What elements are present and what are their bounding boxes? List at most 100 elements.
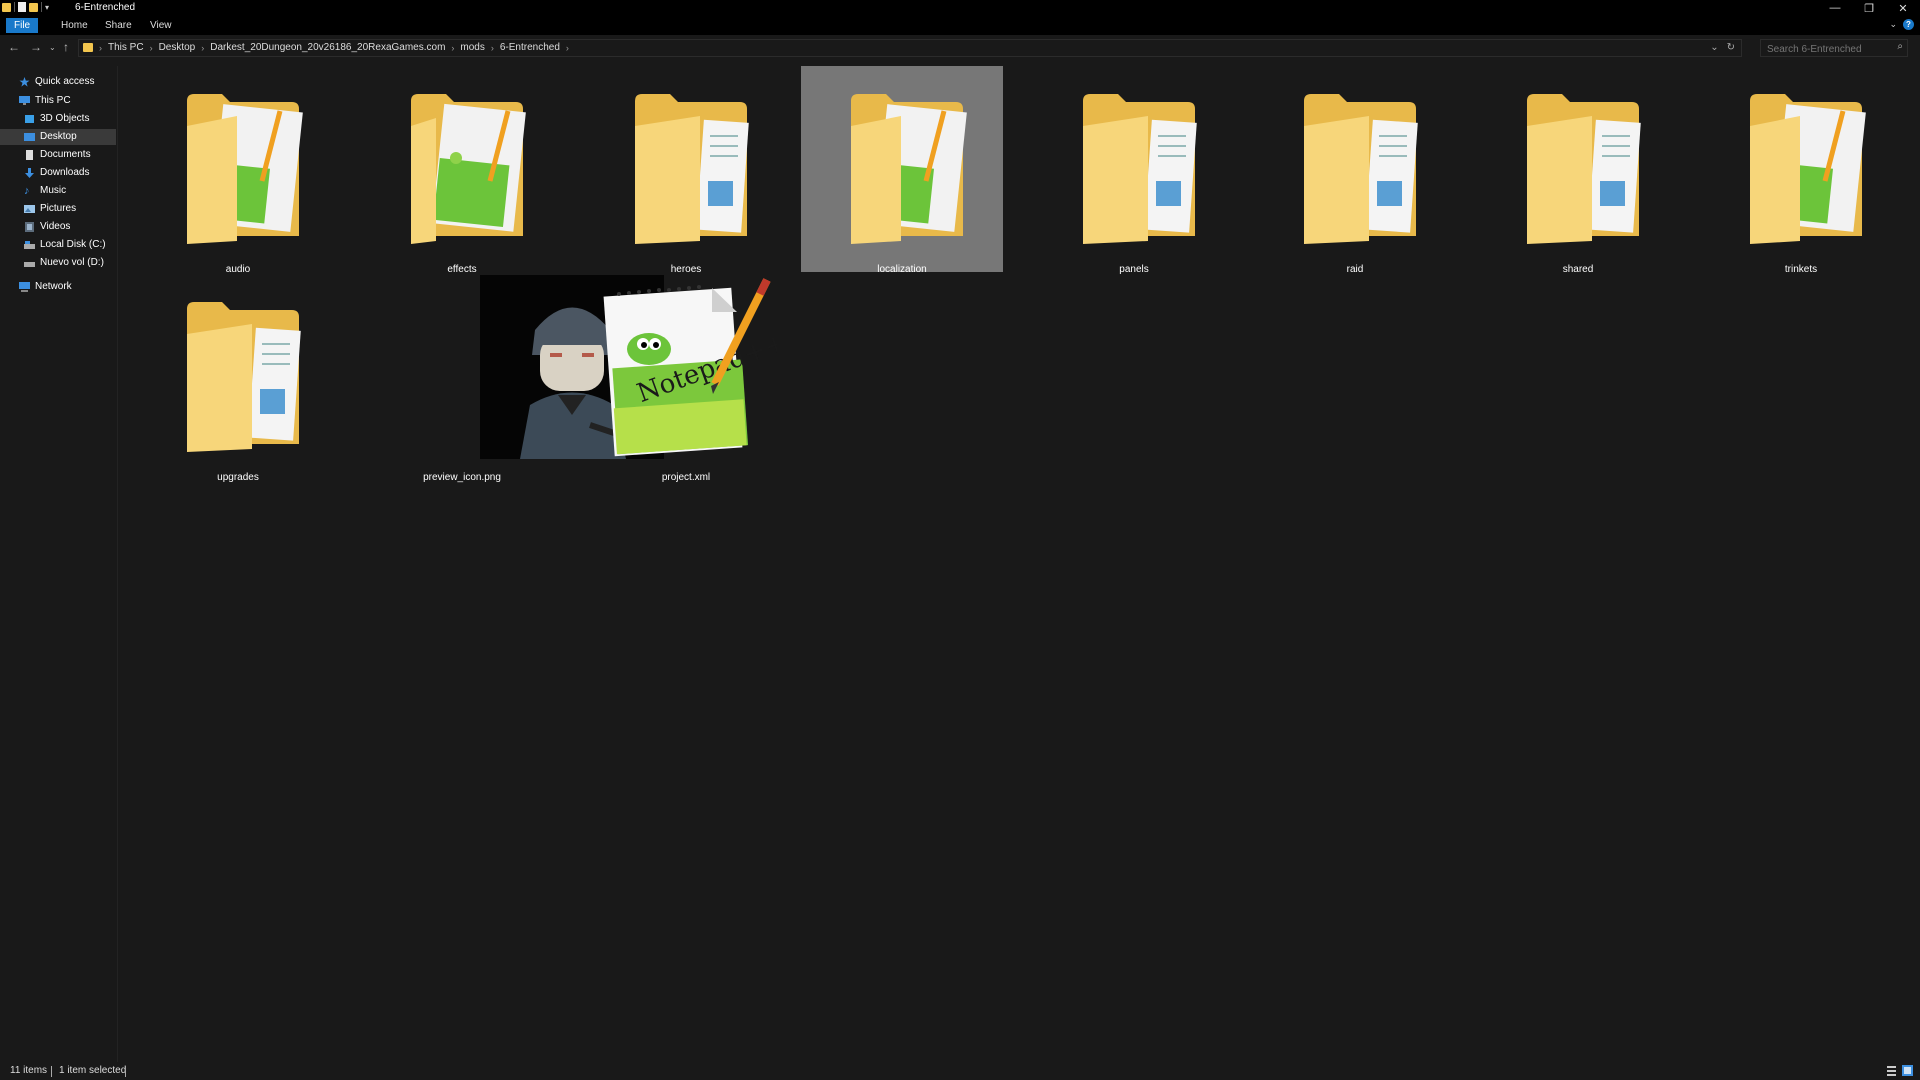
- breadcrumb-this-pc[interactable]: This PC: [108, 42, 144, 53]
- file-name: raid: [1346, 264, 1364, 275]
- sidebar-item-label: Nuevo vol (D:): [40, 257, 104, 268]
- file-name: shared: [1562, 264, 1594, 275]
- chevron-right-icon[interactable]: ›: [451, 43, 454, 53]
- chevron-right-icon[interactable]: ›: [566, 43, 569, 53]
- sidebar-item-label: Pictures: [40, 203, 77, 214]
- sidebar-item-this-pc[interactable]: This PC: [19, 93, 71, 109]
- sidebar-item-pictures[interactable]: Pictures: [24, 201, 76, 217]
- sidebar-item-videos[interactable]: Videos: [24, 219, 70, 235]
- file-name: project.xml: [661, 472, 711, 483]
- forward-arrow-icon[interactable]: →: [30, 40, 42, 54]
- tab-home[interactable]: Home: [55, 18, 94, 33]
- sidebar-item-documents[interactable]: Documents: [24, 147, 91, 163]
- list-item[interactable]: effects: [361, 66, 563, 275]
- customize-toolbar-icon[interactable]: ▾: [45, 3, 49, 12]
- breadcrumb-mods[interactable]: mods: [460, 42, 484, 53]
- folder-icon: [1750, 94, 1866, 244]
- file-name: panels: [1119, 264, 1149, 275]
- help-icon[interactable]: ?: [1903, 19, 1914, 30]
- drive-icon: [24, 262, 35, 267]
- properties-icon[interactable]: [18, 2, 26, 12]
- separator: [51, 1066, 52, 1077]
- breadcrumb: › This PC › Desktop › Darkest_20Dungeon_…: [83, 42, 569, 53]
- notepad-plus-plus-icon: Notepad++: [603, 278, 777, 457]
- list-item[interactable]: heroes: [585, 66, 787, 275]
- sidebar-item-label: This PC: [35, 95, 71, 106]
- sidebar-item-downloads[interactable]: Downloads: [24, 165, 89, 181]
- sidebar-item-quick-access[interactable]: Quick access: [19, 74, 94, 90]
- address-bar[interactable]: › This PC › Desktop › Darkest_20Dungeon_…: [78, 39, 1742, 57]
- folder-icon: [411, 94, 526, 244]
- chevron-right-icon[interactable]: ›: [491, 43, 494, 53]
- folder-icon: [851, 94, 967, 244]
- breadcrumb-darkest-dungeon[interactable]: Darkest_20Dungeon_20v26186_20RexaGames.c…: [210, 42, 445, 53]
- sidebar-item-desktop[interactable]: Desktop: [0, 129, 116, 145]
- film-icon: [25, 222, 34, 232]
- sidebar-item-3d-objects[interactable]: 3D Objects: [24, 111, 89, 127]
- list-item[interactable]: localization: [801, 66, 1003, 275]
- address-history-icon[interactable]: ⌄: [1710, 42, 1718, 53]
- separator: [41, 2, 42, 12]
- ribbon: File Home Share View ⌄ ?: [0, 16, 1920, 35]
- list-item[interactable]: Notepad++ project.xml: [585, 274, 787, 483]
- tab-view[interactable]: View: [144, 18, 178, 33]
- folder-icon: [83, 43, 93, 52]
- folder-icon: [1083, 94, 1197, 244]
- list-item[interactable]: trinkets: [1700, 66, 1902, 275]
- chevron-right-icon[interactable]: ›: [150, 43, 153, 53]
- sidebar-item-label: Documents: [40, 149, 91, 160]
- sidebar-item-label: Videos: [40, 221, 71, 232]
- restore-button[interactable]: ❐: [1852, 0, 1886, 16]
- folder-icon: [1304, 94, 1418, 244]
- window-title: 6-Entrenched: [75, 2, 136, 13]
- details-view-icon[interactable]: [1886, 1065, 1897, 1076]
- desktop-icon: [24, 133, 35, 141]
- file-name: upgrades: [217, 472, 259, 483]
- star-icon: [19, 77, 30, 87]
- sidebar-item-label: Music: [40, 185, 67, 196]
- sidebar-item-music[interactable]: ♪ Music: [24, 183, 66, 199]
- breadcrumb-desktop[interactable]: Desktop: [159, 42, 196, 53]
- tab-share[interactable]: Share: [99, 18, 138, 33]
- search-box[interactable]: ⌕: [1760, 39, 1908, 57]
- search-icon[interactable]: ⌕: [1897, 41, 1903, 52]
- chevron-right-icon[interactable]: ›: [201, 43, 204, 53]
- drive-icon: [24, 241, 35, 249]
- new-folder-icon[interactable]: [29, 2, 38, 12]
- picture-icon: [24, 205, 35, 213]
- folder-icon: [187, 94, 303, 244]
- folder-icon: [187, 302, 301, 452]
- list-item[interactable]: panels: [1033, 66, 1235, 275]
- refresh-icon[interactable]: ↻: [1727, 42, 1735, 53]
- list-item[interactable]: upgrades: [137, 274, 339, 483]
- close-button[interactable]: ✕: [1886, 0, 1920, 16]
- sidebar-item-network[interactable]: Network: [19, 279, 72, 295]
- minimize-button[interactable]: —: [1818, 0, 1852, 16]
- music-note-icon: ♪: [24, 185, 30, 197]
- sidebar-item-nuevo-vol-d[interactable]: Nuevo vol (D:): [24, 255, 104, 271]
- expand-ribbon-icon[interactable]: ⌄: [1889, 19, 1897, 30]
- separator: [125, 1066, 126, 1077]
- chevron-right-icon[interactable]: ›: [99, 43, 102, 53]
- navigation-pane: Quick access This PC 3D Objects Desktop …: [0, 66, 117, 1062]
- tab-file[interactable]: File: [6, 18, 39, 33]
- list-item[interactable]: raid: [1254, 66, 1456, 275]
- file-list: audio effects heroes localization panels…: [118, 62, 1920, 1062]
- back-arrow-icon[interactable]: ←: [8, 40, 20, 54]
- list-item[interactable]: preview_icon.png: [361, 274, 664, 483]
- breadcrumb-6-entrenched[interactable]: 6-Entrenched: [500, 42, 560, 53]
- list-item[interactable]: audio: [137, 66, 339, 275]
- large-icons-view-icon[interactable]: [1902, 1065, 1913, 1076]
- file-name: trinkets: [1784, 264, 1818, 275]
- up-arrow-icon[interactable]: ↑: [63, 40, 69, 54]
- folder-icon: [635, 94, 749, 244]
- recent-locations-icon[interactable]: ⌄: [49, 43, 56, 52]
- sidebar-item-label: Local Disk (C:): [40, 239, 106, 250]
- title-bar: ▾ 6-Entrenched — ❐ ✕: [0, 0, 1920, 16]
- search-input[interactable]: [1765, 41, 1889, 57]
- cube-icon: [25, 115, 34, 123]
- sidebar-item-local-disk-c[interactable]: Local Disk (C:): [24, 237, 106, 253]
- folder-icon: [2, 2, 11, 12]
- list-item[interactable]: shared: [1477, 66, 1679, 275]
- item-count: 11 items: [10, 1065, 48, 1076]
